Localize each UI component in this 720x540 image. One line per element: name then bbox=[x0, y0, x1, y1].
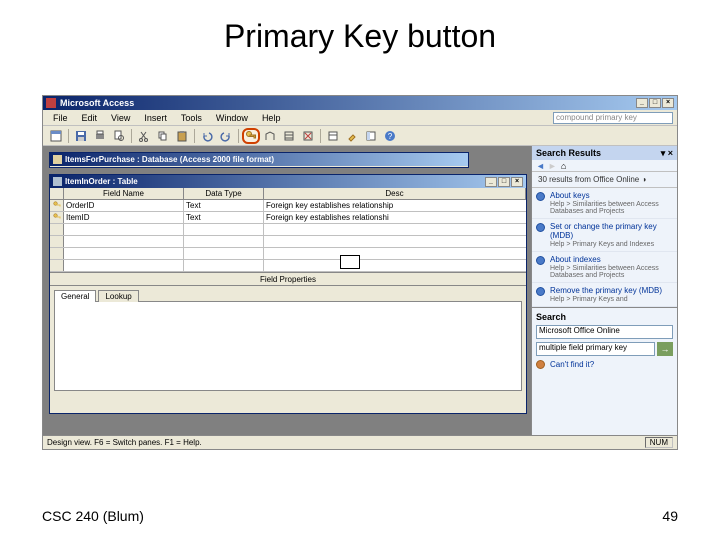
help-search-box[interactable]: compound primary key bbox=[553, 112, 673, 124]
design-row[interactable] bbox=[50, 224, 526, 236]
search-go-button[interactable]: → bbox=[657, 342, 673, 356]
result-item[interactable]: About keys Help > Similarities between A… bbox=[532, 188, 677, 219]
field-properties-splitter[interactable]: Field Properties bbox=[50, 272, 526, 286]
cant-find-link[interactable]: Can't find it? bbox=[536, 360, 673, 369]
col-description[interactable]: Desc bbox=[264, 188, 526, 199]
paste-button[interactable] bbox=[173, 128, 191, 144]
database-window-button[interactable] bbox=[362, 128, 380, 144]
cursor-indicator bbox=[340, 255, 360, 269]
design-row[interactable]: OrderID Text Foreign key establishes rel… bbox=[50, 200, 526, 212]
row-selector[interactable] bbox=[50, 212, 64, 223]
properties-grid[interactable] bbox=[54, 301, 522, 391]
print-preview-button[interactable] bbox=[110, 128, 128, 144]
search-label: Search bbox=[536, 312, 673, 322]
slide-footer-left: CSC 240 (Blum) bbox=[42, 508, 144, 524]
table-window-title: ItemInOrder : Table bbox=[65, 177, 138, 186]
design-row[interactable]: ItemID Text Foreign key establishes rela… bbox=[50, 212, 526, 224]
office-online-icon: ◑ bbox=[641, 175, 646, 184]
search-results-pane: Search Results ▾ × ◄ ► ⌂ 30 results from… bbox=[531, 146, 677, 435]
result-item[interactable]: About indexes Help > Similarities betwee… bbox=[532, 252, 677, 283]
cut-button[interactable] bbox=[135, 128, 153, 144]
results-source: 30 results from Office Online ◑ bbox=[532, 172, 677, 188]
minimize-button[interactable]: _ bbox=[636, 98, 648, 108]
result-item[interactable]: Set or change the primary key (MDB) Help… bbox=[532, 219, 677, 252]
menubar: File Edit View Insert Tools Window Help … bbox=[43, 110, 677, 126]
home-icon[interactable]: ⌂ bbox=[561, 161, 566, 171]
access-app-icon bbox=[46, 98, 56, 108]
primary-key-icon bbox=[53, 213, 61, 223]
field-name-cell[interactable]: OrderID bbox=[64, 200, 184, 211]
redo-button[interactable] bbox=[217, 128, 235, 144]
menu-edit[interactable]: Edit bbox=[76, 113, 104, 123]
help-topic-icon bbox=[536, 192, 545, 201]
database-window[interactable]: ItemsForPurchase : Database (Access 2000… bbox=[49, 152, 469, 168]
undo-button[interactable] bbox=[198, 128, 216, 144]
primary-key-icon bbox=[53, 201, 61, 211]
help-topic-icon bbox=[536, 223, 545, 232]
copy-button[interactable] bbox=[154, 128, 172, 144]
menu-window[interactable]: Window bbox=[210, 113, 254, 123]
toolbar: ? bbox=[43, 126, 677, 146]
status-text: Design view. F6 = Switch panes. F1 = Hel… bbox=[47, 438, 202, 447]
view-button[interactable] bbox=[47, 128, 65, 144]
status-num: NUM bbox=[645, 437, 673, 448]
col-data-type[interactable]: Data Type bbox=[184, 188, 264, 199]
search-scope-dropdown[interactable]: Microsoft Office Online bbox=[536, 325, 673, 339]
menu-file[interactable]: File bbox=[47, 113, 74, 123]
delete-rows-button[interactable] bbox=[299, 128, 317, 144]
menu-help[interactable]: Help bbox=[256, 113, 287, 123]
design-row[interactable] bbox=[50, 248, 526, 260]
help-button[interactable]: ? bbox=[381, 128, 399, 144]
menu-view[interactable]: View bbox=[105, 113, 136, 123]
properties-button[interactable] bbox=[324, 128, 342, 144]
data-type-cell[interactable]: Text bbox=[184, 200, 264, 211]
slide-page-number: 49 bbox=[662, 508, 678, 524]
app-title: Microsoft Access bbox=[60, 98, 134, 108]
field-name-cell[interactable]: ItemID bbox=[64, 212, 184, 223]
task-pane-title: Search Results bbox=[536, 148, 601, 158]
design-row[interactable] bbox=[50, 260, 526, 272]
col-field-name[interactable]: Field Name bbox=[64, 188, 184, 199]
nav-forward-icon[interactable]: ► bbox=[548, 161, 557, 171]
design-row[interactable] bbox=[50, 236, 526, 248]
task-pane-close-icon[interactable]: ▾ × bbox=[661, 148, 673, 159]
mdi-workspace: ItemsForPurchase : Database (Access 2000… bbox=[43, 146, 531, 435]
table-design-window[interactable]: ItemInOrder : Table _ □ × Field Name Dat… bbox=[49, 174, 527, 414]
description-cell[interactable]: Foreign key establishes relationshi bbox=[264, 212, 526, 223]
insert-rows-button[interactable] bbox=[280, 128, 298, 144]
database-icon bbox=[53, 155, 62, 164]
search-input[interactable]: multiple field primary key bbox=[536, 342, 655, 356]
result-item[interactable]: Remove the primary key (MDB) Help > Prim… bbox=[532, 283, 677, 307]
indexes-button[interactable] bbox=[261, 128, 279, 144]
child-close-button[interactable]: × bbox=[511, 177, 523, 187]
child-minimize-button[interactable]: _ bbox=[485, 177, 497, 187]
description-cell[interactable]: Foreign key establishes relationship bbox=[264, 200, 526, 211]
save-button[interactable] bbox=[72, 128, 90, 144]
print-button[interactable] bbox=[91, 128, 109, 144]
svg-text:?: ? bbox=[388, 132, 393, 141]
design-grid[interactable]: Field Name Data Type Desc OrderID Text F… bbox=[50, 188, 526, 272]
statusbar: Design view. F6 = Switch panes. F1 = Hel… bbox=[43, 435, 677, 449]
tab-general[interactable]: General bbox=[54, 290, 96, 302]
tab-lookup[interactable]: Lookup bbox=[98, 290, 138, 302]
question-icon bbox=[536, 360, 545, 369]
maximize-button[interactable]: □ bbox=[649, 98, 661, 108]
slide-title: Primary Key button bbox=[0, 0, 720, 65]
data-type-cell[interactable]: Text bbox=[184, 212, 264, 223]
close-button[interactable]: × bbox=[662, 98, 674, 108]
access-window: Microsoft Access _ □ × File Edit View In… bbox=[42, 95, 678, 450]
app-titlebar: Microsoft Access _ □ × bbox=[43, 96, 677, 110]
primary-key-button[interactable] bbox=[242, 128, 260, 144]
help-topic-icon bbox=[536, 287, 545, 296]
nav-back-icon[interactable]: ◄ bbox=[536, 161, 545, 171]
row-selector[interactable] bbox=[50, 200, 64, 211]
database-window-title: ItemsForPurchase : Database (Access 2000… bbox=[65, 155, 274, 164]
menu-insert[interactable]: Insert bbox=[138, 113, 173, 123]
child-maximize-button[interactable]: □ bbox=[498, 177, 510, 187]
build-button[interactable] bbox=[343, 128, 361, 144]
menu-tools[interactable]: Tools bbox=[175, 113, 208, 123]
help-topic-icon bbox=[536, 256, 545, 265]
table-icon bbox=[53, 177, 62, 186]
field-properties-pane: General Lookup bbox=[50, 286, 526, 395]
